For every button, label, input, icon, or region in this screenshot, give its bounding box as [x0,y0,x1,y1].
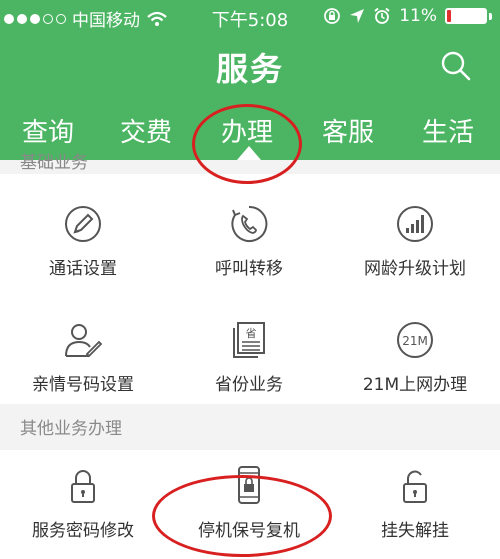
annotation-circle-tab [192,104,302,184]
location-icon [350,9,365,23]
annotation-circle-item [152,475,332,557]
battery-percent: 11% [399,6,437,26]
item-call-forwarding[interactable]: 呼叫转移 [166,204,332,279]
upgrade-bars-icon [397,206,433,242]
rotation-lock-icon [324,8,341,24]
data-21m-icon: 21M [397,322,433,358]
item-family-number-settings[interactable]: 亲情号码设置 [0,320,166,395]
lock-icon [71,470,95,503]
call-forward-icon [231,205,268,242]
tab-life[interactable]: 生活 [422,112,474,149]
unlock-icon [403,470,427,503]
item-age-upgrade-plan[interactable]: 网龄升级计划 [332,204,498,279]
battery-tip [489,12,492,20]
province-icon-label: 省 [246,327,257,340]
search-icon[interactable] [440,50,472,82]
status-bar: 中国移动 下午5:08 11% [0,4,500,31]
alarm-icon [374,7,390,24]
tab-payment[interactable]: 交费 [120,112,172,149]
item-province-services[interactable]: 省 省份业务 [166,320,332,395]
item-service-password-change[interactable]: 服务密码修改 [0,466,166,541]
page-title: 服务 [215,50,284,88]
tab-query[interactable]: 查询 [22,112,74,149]
tab-customer-service[interactable]: 客服 [322,112,374,149]
item-call-settings[interactable]: 通话设置 [0,204,166,279]
battery-icon [445,8,487,24]
basic-services-grid: 通话设置 呼叫转移 网龄升级计划 亲情号码设置 省 省份业务 21M 21M上网… [0,174,500,404]
pencil-icon [65,206,101,242]
item-21m-data[interactable]: 21M 21M上网办理 [332,320,498,395]
item-report-loss[interactable]: 挂失解挂 [332,466,498,541]
province-document-icon: 省 [233,322,265,358]
section-header-basic: 基础业务 [20,153,88,173]
family-contact-icon [65,324,103,358]
data-21m-icon-label: 21M [402,334,428,348]
section-header-other: 其他业务办理 [0,404,500,450]
